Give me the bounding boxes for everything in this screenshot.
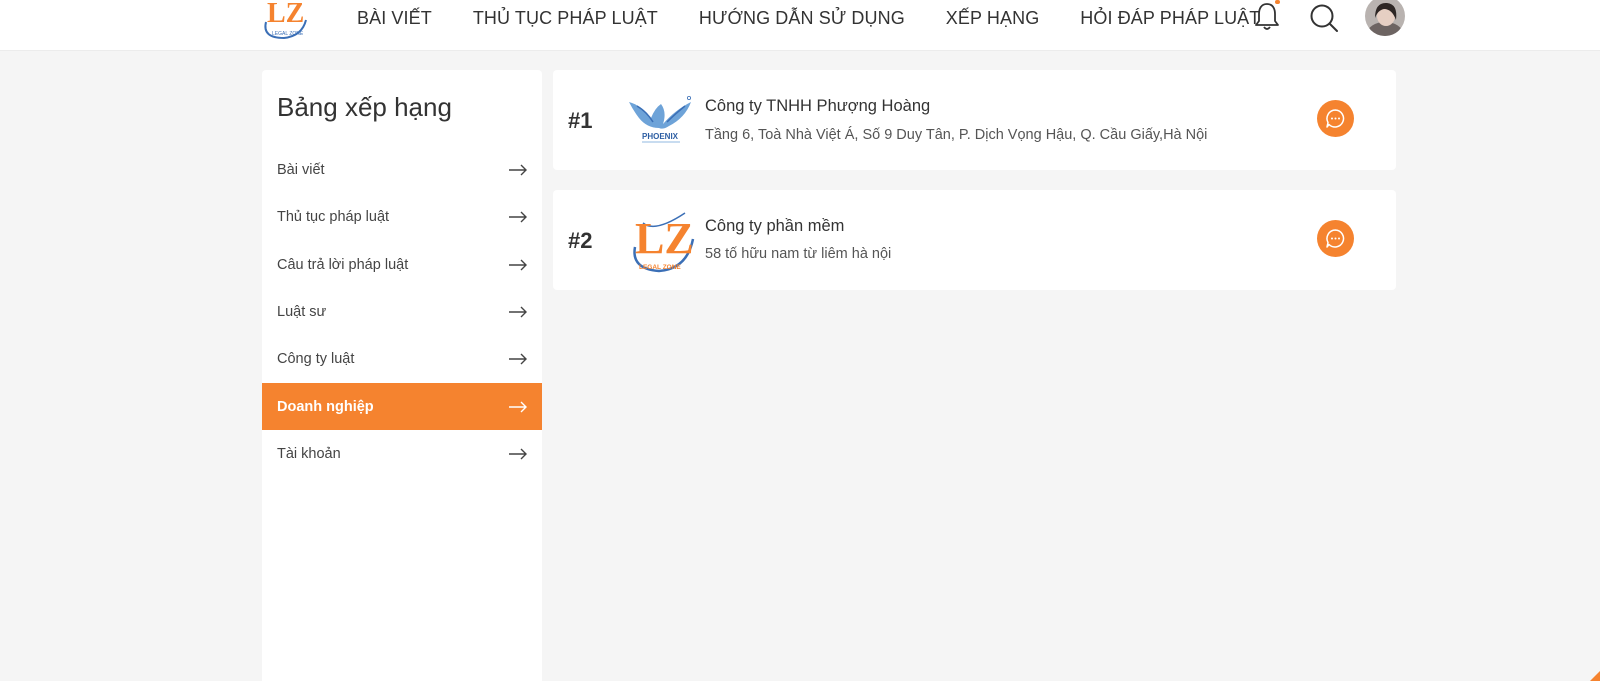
chat-button[interactable] — [1317, 220, 1354, 257]
sidebar-item-bai-viet[interactable]: Bài viết — [262, 146, 542, 193]
main-nav: BÀI VIẾT THỦ TỤC PHÁP LUẬT HƯỚNG DẪN SỬ … — [357, 0, 1260, 36]
nav-huong-dan-su-dung[interactable]: HƯỚNG DẪN SỬ DỤNG — [699, 8, 905, 29]
arrow-right-icon — [509, 164, 527, 175]
chat-button[interactable] — [1317, 100, 1354, 137]
user-avatar[interactable] — [1365, 0, 1405, 36]
svg-text:LZ: LZ — [635, 214, 694, 263]
sidebar-item-label: Luật sư — [277, 303, 327, 320]
ranking-card[interactable]: #1 PHOENIX Công ty TNHH Phượng Hoàng Tần… — [553, 70, 1396, 170]
arrow-right-icon — [509, 401, 527, 412]
scroll-to-top-corner[interactable] — [1590, 671, 1600, 681]
nav-bai-viet[interactable]: BÀI VIẾT — [357, 8, 432, 29]
sidebar-item-cong-ty-luat[interactable]: Công ty luật — [262, 335, 542, 382]
search-icon[interactable] — [1308, 2, 1340, 34]
company-logo-legal-zone: LZ LEGAL ZONE — [633, 212, 695, 273]
company-name[interactable]: Công ty phần mềm — [705, 217, 844, 236]
company-logo-phoenix: PHOENIX — [629, 95, 692, 143]
company-address: 58 tố hữu nam từ liêm hà nội — [705, 246, 892, 262]
sidebar-item-label: Doanh nghiệp — [277, 398, 374, 415]
arrow-right-icon — [509, 211, 527, 222]
nav-hoi-dap-phap-luat[interactable]: HỎI ĐÁP PHÁP LUẬT — [1080, 8, 1260, 29]
arrow-right-icon — [509, 448, 527, 459]
company-address: Tầng 6, Toà Nhà Việt Á, Số 9 Duy Tân, P.… — [705, 127, 1208, 143]
rank-number: #2 — [568, 228, 593, 253]
sidebar-title: Bảng xếp hạng — [277, 92, 452, 122]
ranking-card[interactable]: #2 LZ LEGAL ZONE Công ty phần mềm 58 tố … — [553, 190, 1396, 290]
chat-icon — [1326, 229, 1345, 248]
nav-thu-tuc-phap-luat[interactable]: THỦ TỤC PHÁP LUẬT — [473, 8, 658, 29]
sidebar-item-thu-tuc-phap-luat[interactable]: Thủ tục pháp luật — [262, 193, 542, 240]
svg-text:LEGAL ZONE: LEGAL ZONE — [639, 264, 681, 271]
svg-text:LZ: LZ — [267, 0, 304, 29]
arrow-right-icon — [509, 259, 527, 270]
svg-text:PHOENIX: PHOENIX — [642, 132, 679, 141]
sidebar-item-cau-tra-loi-phap-luat[interactable]: Câu trả lời pháp luật — [262, 241, 542, 288]
sidebar-item-label: Tài khoản — [277, 445, 341, 462]
site-logo[interactable]: LZ LEGAL ZONE — [258, 0, 310, 44]
sidebar-item-label: Câu trả lời pháp luật — [277, 256, 409, 273]
sidebar-item-label: Thủ tục pháp luật — [277, 208, 390, 225]
chat-icon — [1326, 109, 1345, 128]
ranking-sidebar: Bảng xếp hạng Bài viết Thủ tục pháp luật… — [262, 70, 542, 681]
bell-icon[interactable] — [1253, 1, 1281, 31]
notification-dot — [1275, 0, 1280, 4]
rank-number: #1 — [568, 108, 593, 133]
top-header: LZ LEGAL ZONE BÀI VIẾT THỦ TỤC PHÁP LUẬT… — [0, 0, 1600, 51]
sidebar-item-label: Công ty luật — [277, 350, 355, 367]
arrow-right-icon — [509, 306, 527, 317]
arrow-right-icon — [509, 353, 527, 364]
sidebar-item-doanh-nghiep[interactable]: Doanh nghiệp — [262, 383, 542, 430]
sidebar-item-luat-su[interactable]: Luật sư — [262, 288, 542, 335]
sidebar-item-label: Bài viết — [277, 161, 325, 178]
sidebar-item-tai-khoan[interactable]: Tài khoản — [262, 430, 542, 477]
svg-text:LEGAL ZONE: LEGAL ZONE — [272, 31, 304, 37]
nav-xep-hang[interactable]: XẾP HẠNG — [946, 8, 1040, 29]
company-name[interactable]: Công ty TNHH Phượng Hoàng — [705, 97, 930, 116]
